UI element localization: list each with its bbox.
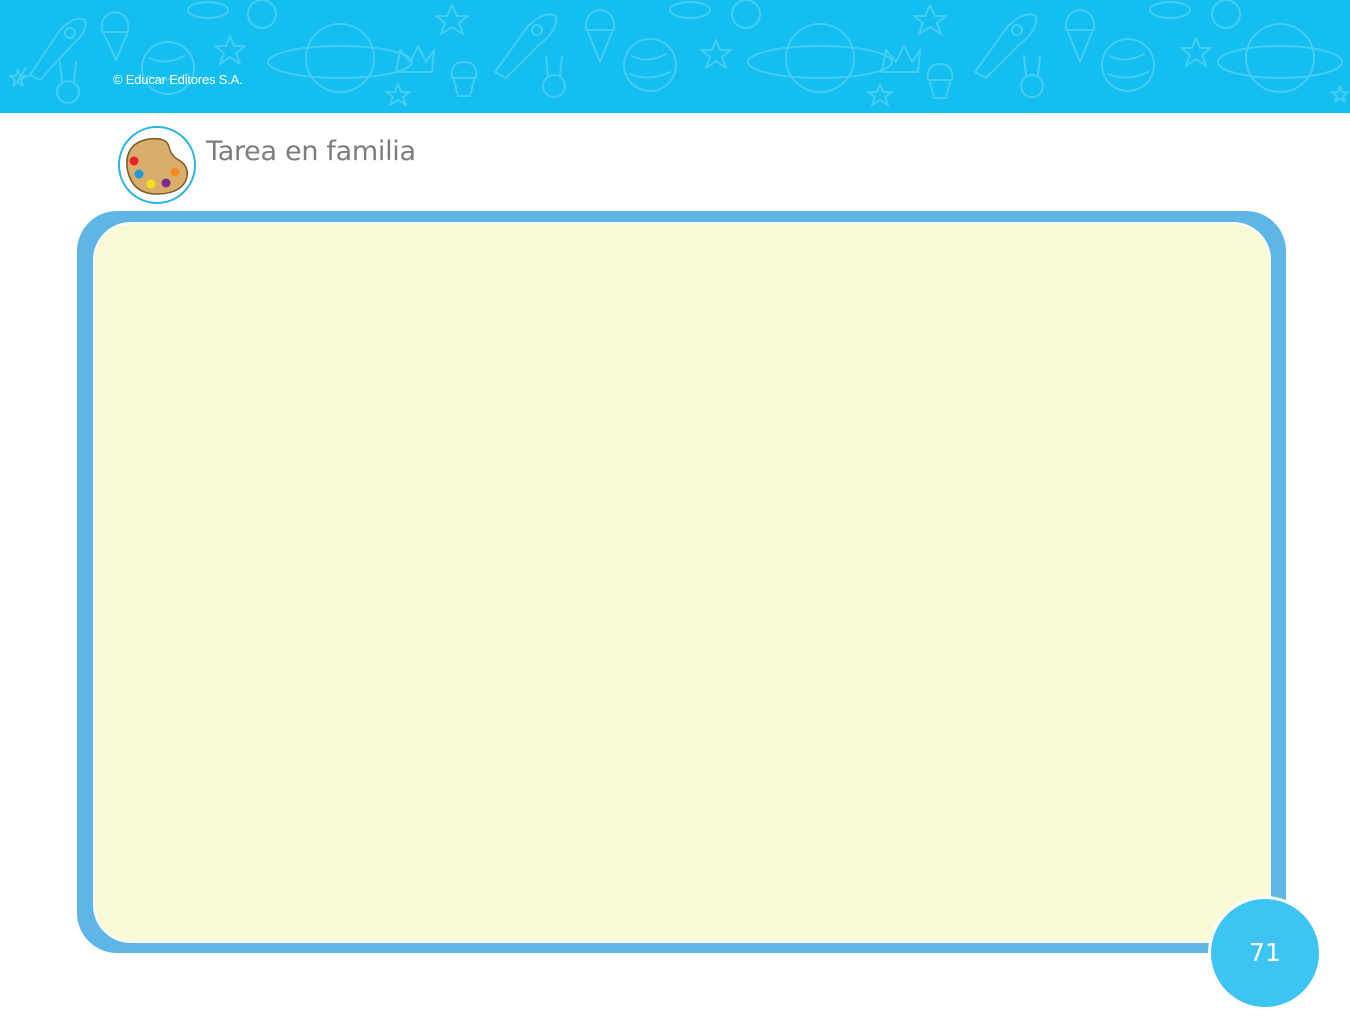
saucer-icon — [669, 1, 711, 19]
bunny-icon — [56, 61, 80, 104]
activity-area — [95, 224, 1269, 941]
ice-cream-icon — [584, 9, 616, 63]
star-icon — [385, 83, 411, 106]
globe-icon — [623, 38, 677, 92]
bunny-icon — [1020, 55, 1044, 98]
copyright-notice: © Educar Editores S.A. — [113, 72, 243, 87]
page-number: 71 — [1249, 938, 1281, 967]
cupcake-icon — [926, 63, 954, 99]
globe-icon — [1101, 38, 1155, 92]
cupcake-icon — [450, 61, 478, 97]
face-icon — [247, 0, 277, 29]
star-icon — [214, 35, 246, 65]
star-icon — [1180, 37, 1212, 67]
bunny-icon — [542, 55, 566, 98]
star-icon — [1331, 85, 1349, 103]
star-icon — [435, 4, 469, 35]
paint-palette-icon — [118, 126, 196, 204]
star-icon — [913, 4, 947, 35]
saucer-icon — [187, 1, 229, 19]
star-icon — [867, 83, 893, 106]
banner-doodle-pattern — [9, 0, 1349, 106]
face-icon — [1211, 0, 1241, 29]
ice-cream-icon — [1064, 9, 1096, 63]
saucer-icon — [1149, 1, 1191, 19]
section-title: Tarea en familia — [206, 136, 416, 167]
planet-icon — [1217, 23, 1343, 93]
crown-icon — [395, 45, 435, 73]
page-number-badge: 71 — [1211, 899, 1319, 1007]
top-banner: © Educar Editores S.A. — [0, 0, 1350, 113]
planet-icon — [747, 23, 893, 93]
rocket-icon — [974, 13, 1038, 79]
planet-icon — [267, 23, 413, 93]
face-icon — [731, 0, 761, 29]
ice-cream-icon — [100, 11, 130, 61]
star-icon — [700, 39, 732, 69]
